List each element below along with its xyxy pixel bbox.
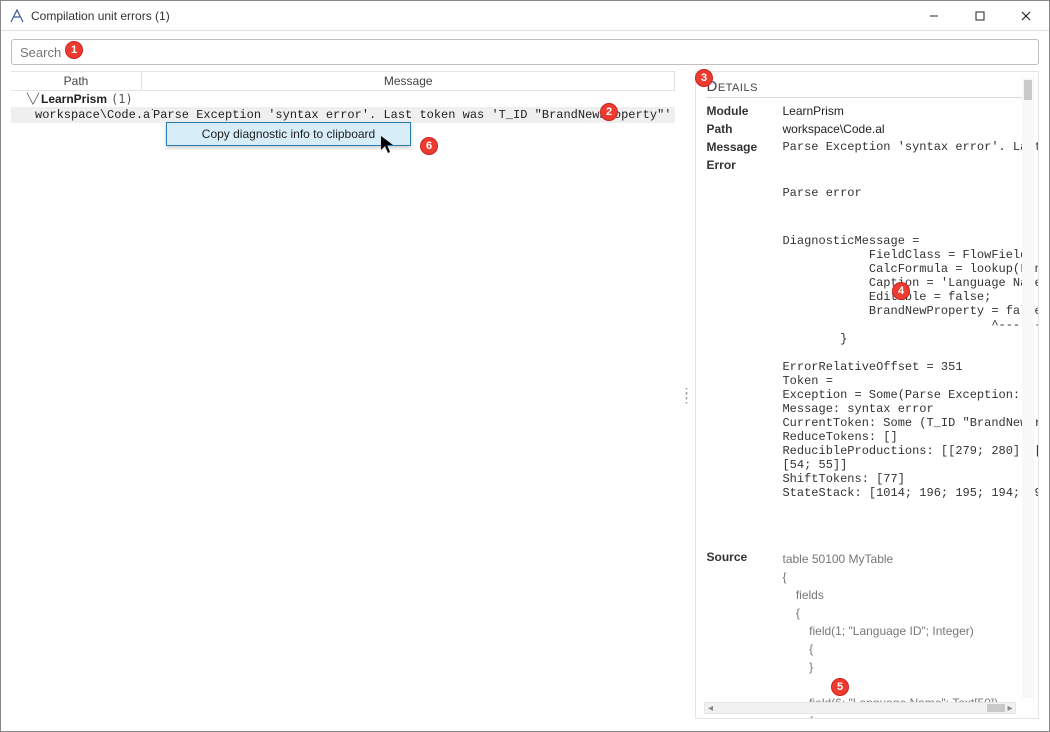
splitter[interactable]: ⋮⋮ xyxy=(681,71,689,719)
label-message: Message xyxy=(706,140,776,154)
diagnostic-block: DiagnosticMessage = FieldClass = FlowFie… xyxy=(782,234,1039,500)
context-menu: Copy diagnostic info to clipboard xyxy=(166,122,411,146)
column-header-path[interactable]: Path xyxy=(11,72,141,90)
horizontal-scrollbar[interactable]: ◂ ▸ xyxy=(704,702,1016,714)
annotation-badge: 1 xyxy=(65,41,83,59)
app-icon xyxy=(9,8,25,24)
scrollbar-thumb[interactable] xyxy=(1024,80,1032,100)
scroll-right-icon[interactable]: ▸ xyxy=(1005,703,1015,714)
annotation-badge: 2 xyxy=(600,103,618,121)
label-error: Error xyxy=(706,158,776,528)
error-title: Parse error xyxy=(782,186,1039,200)
group-name: LearnPrism xyxy=(41,92,107,106)
row-path: workspace\Code.al xyxy=(35,108,153,122)
annotation-badge: 6 xyxy=(420,137,438,155)
scroll-left-icon[interactable]: ◂ xyxy=(705,703,715,714)
search-container xyxy=(11,39,1039,65)
search-input[interactable] xyxy=(11,39,1039,65)
annotation-badge: 3 xyxy=(695,69,713,87)
window-title: Compilation unit errors (1) xyxy=(31,9,170,23)
details-panel: Details Module LearnPrism Path workspace… xyxy=(695,71,1039,719)
scrollbar-thumb[interactable] xyxy=(987,704,1005,712)
body-split: Path Message ╲╱ LearnPrism (1) workspace… xyxy=(11,71,1039,719)
grip-icon: ⋮⋮ xyxy=(679,391,691,399)
annotation-badge: 4 xyxy=(892,282,910,300)
close-button[interactable] xyxy=(1003,1,1049,31)
column-header-message[interactable]: Message xyxy=(141,72,675,90)
error-row[interactable]: workspace\Code.al Parse Exception 'synta… xyxy=(11,107,675,123)
window-controls xyxy=(911,1,1049,31)
vertical-scrollbar[interactable] xyxy=(1022,78,1034,698)
minimize-button[interactable] xyxy=(911,1,957,31)
value-error: Parse error DiagnosticMessage = FieldCla… xyxy=(782,158,1039,528)
details-heading: Details xyxy=(706,78,1028,98)
column-headers: Path Message xyxy=(11,72,675,91)
chevron-down-icon: ╲╱ xyxy=(27,94,37,105)
copy-diagnostic-menu-item[interactable]: Copy diagnostic info to clipboard xyxy=(167,123,410,145)
value-source: table 50100 MyTable { fields { field(1; … xyxy=(782,550,1039,719)
errors-panel: Path Message ╲╱ LearnPrism (1) workspace… xyxy=(11,71,675,719)
annotation-badge: 5 xyxy=(831,678,849,696)
label-source: Source xyxy=(706,550,776,719)
label-path: Path xyxy=(706,122,776,136)
cursor-icon xyxy=(380,135,396,155)
errors-tree: ╲╱ LearnPrism (1) workspace\Code.al Pars… xyxy=(11,91,675,719)
content-area: Path Message ╲╱ LearnPrism (1) workspace… xyxy=(1,31,1049,731)
row-message: Parse Exception 'syntax error'. Last tok… xyxy=(153,108,671,122)
value-module: LearnPrism xyxy=(782,104,1039,118)
details-grid: Module LearnPrism Path workspace\Code.al… xyxy=(706,104,1028,719)
titlebar: Compilation unit errors (1) xyxy=(1,1,1049,31)
group-count: (1) xyxy=(111,92,133,106)
value-message: Parse Exception 'syntax error'. Last tok… xyxy=(782,140,1039,154)
value-path: workspace\Code.al xyxy=(782,122,1039,136)
maximize-button[interactable] xyxy=(957,1,1003,31)
tree-group[interactable]: ╲╱ LearnPrism (1) xyxy=(11,91,675,107)
app-window: Compilation unit errors (1) Path Message… xyxy=(0,0,1050,732)
label-module: Module xyxy=(706,104,776,118)
